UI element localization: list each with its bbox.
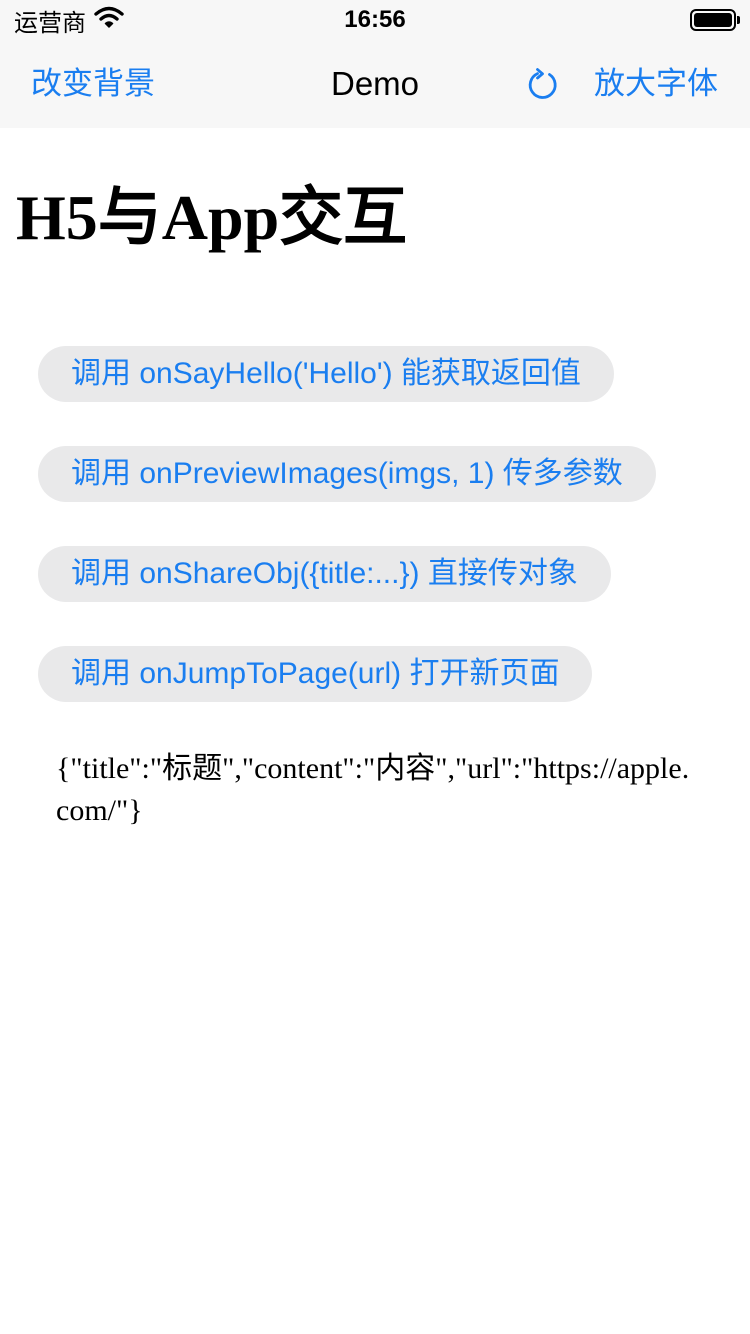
refresh-icon[interactable] bbox=[524, 66, 562, 104]
battery-fill bbox=[694, 13, 732, 27]
enlarge-font-button[interactable]: 放大字体 bbox=[594, 64, 718, 104]
battery-nub bbox=[737, 16, 740, 24]
status-time: 16:56 bbox=[344, 6, 406, 33]
battery-icon bbox=[690, 9, 740, 31]
page-title: H5与App交互 bbox=[16, 182, 408, 253]
status-bar: 运营商 16:56 bbox=[0, 0, 750, 40]
say-hello-button[interactable]: 调用 onSayHello('Hello') 能获取返回值 bbox=[38, 346, 614, 402]
share-object-button[interactable]: 调用 onShareObj({title:...}) 直接传对象 bbox=[38, 546, 611, 602]
preview-images-button[interactable]: 调用 onPreviewImages(imgs, 1) 传多参数 bbox=[38, 446, 656, 502]
jump-to-page-button[interactable]: 调用 onJumpToPage(url) 打开新页面 bbox=[38, 646, 593, 702]
navigation-bar: 改变背景 Demo 放大字体 bbox=[0, 40, 750, 128]
result-output: {"title":"标题","content":"内容","url":"http… bbox=[56, 752, 690, 827]
